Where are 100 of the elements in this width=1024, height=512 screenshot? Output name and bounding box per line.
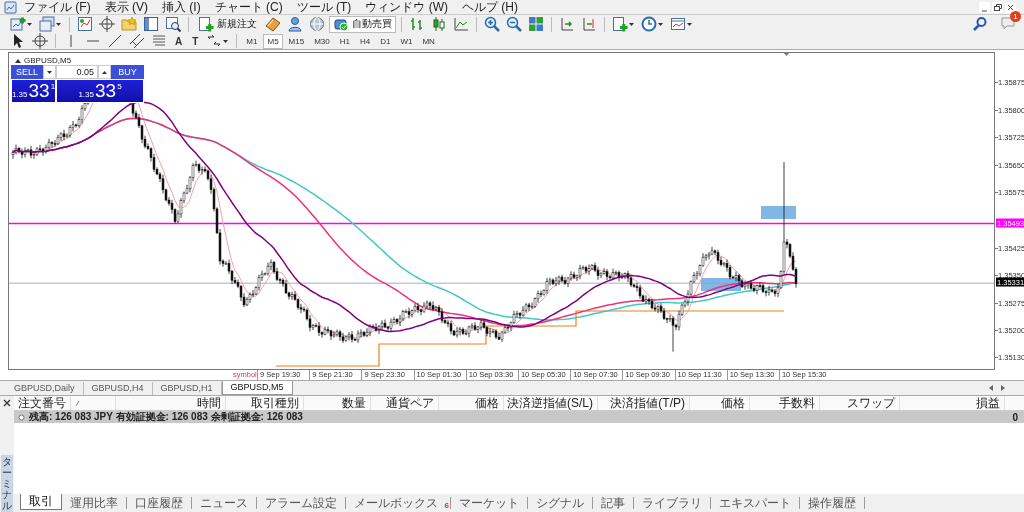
arrows-icon[interactable] [206, 33, 223, 49]
timeframe-button[interactable]: M30 [310, 33, 334, 49]
person-icon[interactable] [287, 16, 303, 32]
lot-size-field[interactable]: 0.05 [56, 65, 98, 79]
caret-icon[interactable] [628, 20, 635, 28]
menu-item[interactable]: ツール (T) [289, 0, 359, 14]
column-header[interactable]: 注文番号 [18, 396, 71, 410]
new-order-button[interactable]: 新規注文 [194, 15, 261, 33]
column-header[interactable]: 決済指値(T/P) [598, 396, 690, 410]
search-icon[interactable] [972, 16, 988, 32]
globe-icon[interactable] [309, 16, 325, 32]
chart-shift-icon[interactable] [581, 16, 597, 32]
add-indicator-icon[interactable] [612, 16, 628, 32]
sort-icon[interactable] [75, 399, 80, 407]
down-arrow-icon [47, 69, 52, 75]
terminal-tab[interactable]: 口座履歴 [127, 497, 192, 509]
menu-item[interactable]: 表示 (V) [97, 0, 155, 14]
timeframe-button[interactable]: D1 [376, 33, 395, 49]
menu-item[interactable]: チャート (C) [207, 0, 290, 14]
terminal-side-tab[interactable]: ターミナル [1, 455, 13, 512]
terminal-tab[interactable]: アラーム設定 [257, 497, 346, 509]
terminal-tab[interactable]: シグナル [528, 497, 593, 509]
column-header[interactable]: 手数料 [750, 396, 820, 410]
sell-button[interactable]: SELL [11, 65, 43, 79]
scroll-right-icon[interactable] [1000, 384, 1006, 392]
terminal-tab[interactable]: 操作履歴 [800, 497, 865, 509]
column-header[interactable]: 数量 [304, 396, 371, 410]
timeframe-button[interactable]: M15 [284, 33, 309, 49]
chat-bubble-icon[interactable] [1000, 15, 1016, 31]
line-chart-icon[interactable] [453, 16, 469, 32]
chart-tab[interactable]: GBPUSD,M5 [221, 381, 293, 395]
increase-lot-button[interactable] [98, 65, 111, 79]
terminal-tab[interactable]: ニュース [192, 497, 257, 509]
caret-icon[interactable] [26, 20, 33, 28]
unread-count: 6 [444, 500, 449, 512]
decrease-lot-button[interactable] [43, 65, 56, 79]
chart-window-icon[interactable] [77, 16, 93, 32]
terminal-tab[interactable]: 取引 [20, 494, 62, 510]
folder-star-icon[interactable] [121, 16, 137, 32]
terminal-tab[interactable]: ライブラリ [634, 497, 711, 509]
auto-trading-button[interactable]: 自動売買 [329, 15, 396, 33]
column-header[interactable]: スワップ [820, 396, 900, 410]
zoom-in-icon[interactable] [484, 16, 500, 32]
add-order-icon [198, 16, 214, 32]
timeframe-button[interactable]: H4 [355, 33, 375, 49]
ask-price-prefix: 1.35 [78, 90, 94, 99]
column-header[interactable]: 価格 [690, 396, 750, 410]
bid-price-prefix: 1.35 [11, 90, 28, 99]
column-header[interactable]: 価格 [439, 396, 504, 410]
balance-dot-icon [18, 413, 25, 421]
bid-price-pips: 33 [28, 80, 50, 102]
restore-icon[interactable] [992, 1, 1003, 13]
zoom-out-icon[interactable] [506, 16, 522, 32]
column-header[interactable]: 決済逆指値(S/L) [504, 396, 598, 410]
channel-icon[interactable] [129, 33, 145, 49]
shift-marker-icon[interactable] [783, 52, 790, 56]
terminal-tab[interactable]: マーケット [451, 497, 528, 509]
column-header[interactable]: 時間 [116, 396, 226, 410]
collapse-icon[interactable] [15, 57, 21, 64]
timeframe-button[interactable]: MN [418, 33, 439, 49]
tester-icon[interactable] [165, 16, 181, 32]
ask-price-point: 5 [117, 82, 122, 91]
add-chart-icon[interactable] [10, 16, 26, 32]
timeframe-button[interactable]: W1 [396, 33, 417, 49]
buy-button[interactable]: BUY [111, 65, 144, 79]
column-header[interactable]: 取引種別 [226, 396, 304, 410]
trend-line-icon[interactable] [107, 33, 123, 49]
clock-icon[interactable] [641, 16, 657, 32]
timeframe-button[interactable]: M5 [263, 33, 283, 49]
column-header[interactable]: 通貨ペア [371, 396, 439, 410]
menu-item[interactable]: ウィンドウ (W) [358, 0, 455, 14]
up-arrow-icon [102, 69, 107, 75]
terminal-tab[interactable]: 記事 [593, 497, 634, 509]
tile-windows-icon[interactable] [528, 16, 544, 32]
ask-price-pips: 33 [95, 80, 117, 102]
timeframe-button[interactable]: H1 [335, 33, 354, 49]
crosshair-icon[interactable] [99, 16, 115, 32]
text-tool[interactable]: A [171, 35, 187, 47]
text-label-tool[interactable]: T [188, 35, 203, 47]
terminal-tab[interactable]: エキスパート [711, 497, 800, 509]
close-icon[interactable] [1005, 1, 1016, 13]
column-header[interactable]: 損益 [900, 396, 1005, 410]
total-profit: 0 [1012, 411, 1018, 423]
candlestick-icon[interactable] [431, 16, 447, 32]
timeframe-button[interactable]: M1 [242, 33, 262, 49]
book-icon[interactable] [265, 16, 281, 32]
close-icon[interactable] [3, 399, 11, 407]
autoscroll-icon[interactable] [559, 16, 575, 32]
panel-icon[interactable] [143, 16, 159, 32]
notification-badge: 1 [1010, 11, 1021, 22]
crosshair-icon[interactable] [32, 33, 48, 49]
bar-chart-icon[interactable] [409, 16, 425, 32]
menu-item[interactable]: ファイル (F) [17, 0, 98, 14]
menu-item[interactable]: 挿入 (I) [155, 0, 208, 14]
menu-item[interactable]: ヘルプ (H) [455, 0, 525, 14]
caret-icon[interactable] [222, 37, 230, 45]
terminal-tab[interactable]: 運用比率 [62, 497, 127, 509]
template-icon[interactable] [670, 16, 686, 32]
terminal-tab[interactable]: メールボックス 6 [346, 497, 451, 509]
scroll-left-icon[interactable] [988, 384, 994, 392]
